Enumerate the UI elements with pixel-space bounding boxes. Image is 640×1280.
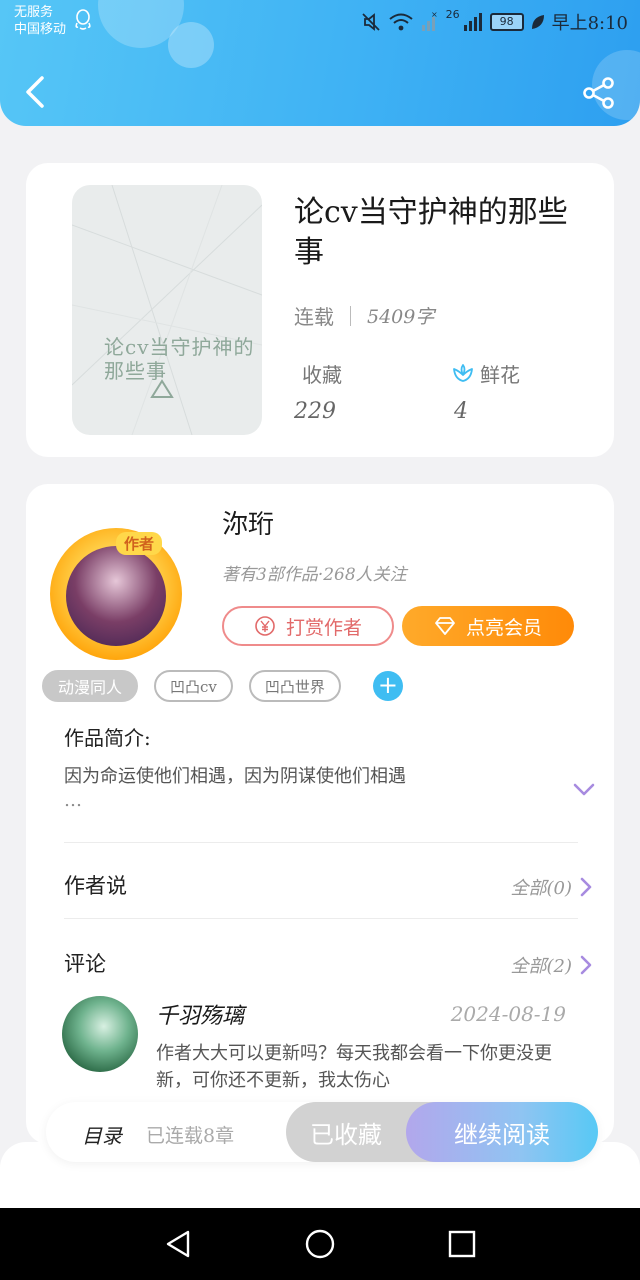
signal-icon xyxy=(463,13,482,31)
divider xyxy=(64,842,578,843)
carrier-line1: 无服务 xyxy=(14,5,54,20)
nav-recents-icon[interactable] xyxy=(444,1226,480,1262)
author-says-more[interactable]: 全部(0) xyxy=(511,874,593,900)
chevron-down-icon[interactable] xyxy=(572,782,596,798)
tag-item[interactable]: 凹凸cv xyxy=(154,670,233,702)
app-header: 无服务 中国移动 × 26 98 早上8:10 xyxy=(0,0,640,126)
comment-date: 2024-08-19 xyxy=(450,1002,566,1026)
comments-label: 评论 xyxy=(64,952,106,976)
favorites-label-text: 收藏 xyxy=(302,363,342,387)
nav-home-icon[interactable] xyxy=(302,1226,338,1262)
comments-more-label: 全部(2) xyxy=(510,956,573,977)
chevron-right-icon xyxy=(580,955,592,975)
comments-more[interactable]: 全部(2) xyxy=(511,952,593,978)
author-badge: 作者 xyxy=(116,532,163,555)
favorites-value: 229 xyxy=(294,399,336,424)
divider xyxy=(64,918,578,919)
wifi-icon xyxy=(388,13,413,31)
tag-list: 动漫同人 凹凸cv 凹凸世界 + xyxy=(42,670,403,702)
vip-button[interactable]: 点亮会员 xyxy=(402,606,574,646)
book-info-card: 论cv当守护神的那些事 论cv当守护神的那些事 连载 5409字 收藏 229 … xyxy=(26,163,614,457)
svg-text:×: × xyxy=(431,11,438,19)
intro-label: 作品简介: xyxy=(64,726,151,750)
battery-icon: 98 xyxy=(489,13,524,31)
book-meta: 连载 5409字 xyxy=(294,301,434,330)
toc-button[interactable]: 目录 xyxy=(82,1120,122,1149)
commenter-name[interactable]: 千羽殇璃 xyxy=(156,998,244,1030)
flowers-value: 4 xyxy=(454,399,468,424)
commenter-avatar[interactable] xyxy=(62,996,138,1072)
flowers-label-text: 鲜花 xyxy=(480,363,520,387)
carrier-info: 无服务 中国移动 xyxy=(14,4,66,38)
continue-reading-label: 继续阅读 xyxy=(454,1120,550,1149)
action-bar: 目录 已连载8章 已收藏 继续阅读 xyxy=(46,1102,598,1162)
favorites-label: 收藏 xyxy=(302,359,342,388)
mute-icon xyxy=(361,13,380,31)
comment-text[interactable]: 作者大大可以更新吗？每天我都会看一下你更没更新，可你还不更新，我太伤心 xyxy=(156,1040,556,1094)
decor-bubble xyxy=(168,22,214,68)
tip-author-label: 打赏作者 xyxy=(285,616,362,639)
vip-label: 点亮会员 xyxy=(465,616,542,639)
meta-divider xyxy=(350,305,351,326)
carrier-line2: 中国移动 xyxy=(14,22,67,37)
yuan-coin-icon xyxy=(255,616,275,636)
author-avatar-image xyxy=(66,546,166,646)
chevron-right-icon xyxy=(580,877,592,897)
system-nav-bar xyxy=(0,1208,640,1280)
author-card: 作者 沵珩 著有3部作品·268人关注 打赏作者 点亮会员 动漫同人 凹凸cv … xyxy=(26,484,614,1144)
network-type: 26 xyxy=(445,8,460,21)
continue-reading-button[interactable]: 继续阅读 xyxy=(406,1102,598,1162)
author-says-label: 作者说 xyxy=(64,874,127,898)
book-status: 连载 xyxy=(294,305,334,329)
author-name[interactable]: 沵珩 xyxy=(222,504,274,541)
signal-empty-icon: × xyxy=(421,11,438,31)
chevron-left-icon[interactable] xyxy=(20,74,50,110)
qq-icon xyxy=(75,9,91,30)
book-title: 论cv当守护神的那些事 xyxy=(294,195,568,270)
status-bar-right: × 26 98 早上8:10 xyxy=(360,8,628,36)
leaf-icon xyxy=(531,15,544,29)
clock: 早上8:10 xyxy=(551,13,628,34)
author-avatar[interactable]: 作者 xyxy=(50,528,182,660)
cover-art xyxy=(72,185,262,435)
share-icon[interactable] xyxy=(582,76,616,110)
nav-back-icon[interactable] xyxy=(160,1226,196,1262)
book-cover[interactable]: 论cv当守护神的那些事 xyxy=(72,185,262,435)
author-summary: 著有3部作品·268人关注 xyxy=(222,565,407,585)
intro-text: 因为命运使他们相遇，因为阴谋使他们相遇 xyxy=(64,766,406,787)
tag-item[interactable]: 凹凸世界 xyxy=(248,670,341,702)
author-says-more-label: 全部(0) xyxy=(510,878,573,899)
chapter-count[interactable]: 已连载8章 xyxy=(146,1121,234,1148)
tip-author-button[interactable]: 打赏作者 xyxy=(222,606,394,646)
word-count: 5409字 xyxy=(367,306,435,328)
flowers-label: 鲜花 xyxy=(452,359,520,388)
cover-title: 论cv当守护神的那些事 xyxy=(104,335,255,383)
add-tag-icon[interactable]: + xyxy=(372,671,403,701)
flower-icon xyxy=(453,363,473,382)
tag-item[interactable]: 动漫同人 xyxy=(42,670,139,702)
collected-label: 已收藏 xyxy=(310,1120,382,1149)
diamond-icon xyxy=(435,617,455,635)
intro-ellipsis: … xyxy=(64,790,82,811)
